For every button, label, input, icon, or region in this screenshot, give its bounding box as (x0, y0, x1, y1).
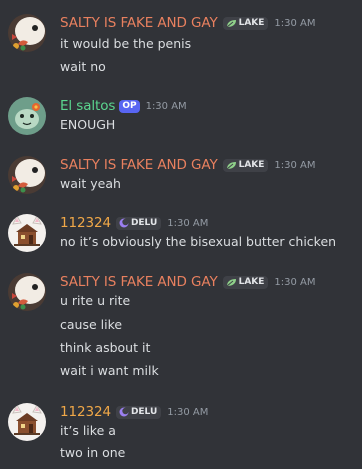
salty-avatar[interactable] (8, 273, 46, 311)
guild-tag[interactable]: DELU (115, 405, 162, 419)
salty-avatar[interactable] (8, 156, 46, 194)
cat-cabin-avatar[interactable] (8, 403, 46, 441)
timestamp: 1:30 AM (274, 159, 316, 171)
message-header: SALTY IS FAKE AND GAY LAKE 1:30 AM (60, 14, 316, 32)
message-text: cause like (60, 317, 123, 332)
message-text: it would be the penis (60, 36, 192, 51)
guild-tag-label: LAKE (238, 276, 265, 287)
username[interactable]: SALTY IS FAKE AND GAY (60, 274, 218, 290)
op-badge: OP (119, 99, 140, 113)
username[interactable]: 112324 (60, 215, 111, 231)
message-text: two in one (60, 445, 126, 460)
username[interactable]: 112324 (60, 404, 111, 420)
message-text: think asbout it (60, 340, 151, 355)
guild-tag[interactable]: LAKE (222, 275, 269, 289)
leaf-icon (226, 161, 236, 169)
message-header: 112324 DELU 1:30 AM (60, 214, 208, 232)
message-text: wait i want milk (60, 363, 159, 378)
message-text: wait yeah (60, 176, 121, 191)
guild-tag-label: LAKE (238, 159, 265, 170)
elsaltos-avatar[interactable] (8, 97, 46, 135)
message-header: 112324 DELU 1:30 AM (60, 403, 208, 421)
username[interactable]: SALTY IS FAKE AND GAY (60, 157, 218, 173)
message-header: SALTY IS FAKE AND GAY LAKE 1:30 AM (60, 273, 316, 291)
guild-tag-label: DELU (130, 406, 158, 417)
cat-cabin-avatar[interactable] (8, 214, 46, 252)
moon-icon (119, 218, 129, 228)
message-header: SALTY IS FAKE AND GAY LAKE 1:30 AM (60, 156, 316, 174)
leaf-icon (226, 278, 236, 286)
timestamp: 1:30 AM (274, 276, 316, 288)
message-text: wait no (60, 59, 106, 74)
username[interactable]: El saltos (60, 98, 115, 114)
message-text: u rite u rite (60, 293, 131, 308)
timestamp: 1:30 AM (167, 406, 209, 418)
leaf-icon (226, 19, 236, 27)
timestamp: 1:30 AM (274, 17, 316, 29)
guild-tag[interactable]: LAKE (222, 158, 269, 172)
username[interactable]: SALTY IS FAKE AND GAY (60, 15, 218, 31)
message-text: it’s like a (60, 423, 116, 438)
timestamp: 1:30 AM (167, 217, 209, 229)
message-text: ENOUGH (60, 117, 116, 132)
guild-tag[interactable]: LAKE (222, 16, 269, 30)
guild-tag-label: DELU (130, 217, 158, 228)
message-header: El saltos OP 1:30 AM (60, 97, 187, 115)
salty-avatar[interactable] (8, 14, 46, 52)
moon-icon (119, 407, 129, 417)
message-text: no it’s obviously the bisexual butter ch… (60, 234, 337, 249)
timestamp: 1:30 AM (145, 100, 187, 112)
guild-tag[interactable]: DELU (115, 216, 162, 230)
guild-tag-label: LAKE (238, 17, 265, 28)
